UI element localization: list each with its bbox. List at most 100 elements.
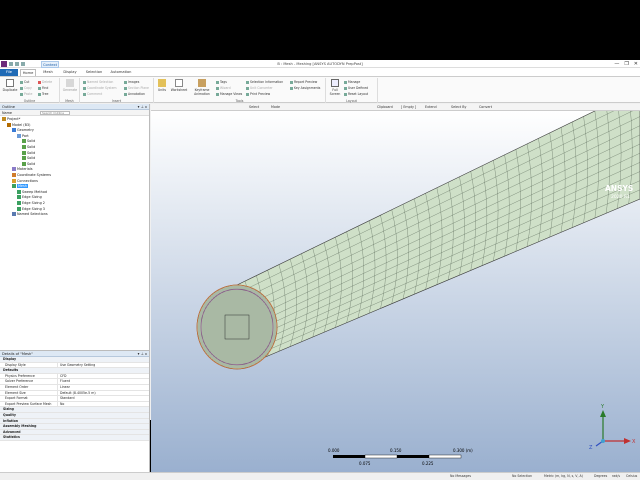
outline-search-input[interactable]: Search Outline — [40, 111, 70, 115]
manage-views-label: Manage Views — [220, 92, 243, 96]
find-button[interactable]: Find — [38, 86, 48, 90]
delete-button[interactable]: Delete — [38, 80, 52, 84]
details-title: Details of "Mesh" — [2, 352, 33, 356]
tab-automation[interactable]: Automation — [108, 69, 134, 76]
copy-button[interactable]: Copy — [20, 86, 32, 90]
cut-button[interactable]: Cut — [20, 80, 29, 84]
sizing-icon — [17, 195, 21, 200]
details-section-label: Statistics — [3, 435, 20, 440]
tree-node-label: Named Selections — [17, 212, 48, 217]
materials-icon — [12, 167, 16, 172]
paste-label: Paste — [24, 92, 33, 96]
print-preview-label: Print Preview — [250, 92, 271, 96]
find-label: Find — [42, 86, 49, 90]
convert-dropdown[interactable]: Convert — [479, 105, 492, 110]
tags-button[interactable]: Tags — [216, 80, 227, 84]
paste-button[interactable]: Paste — [20, 92, 32, 96]
maximize-button[interactable]: ❐ — [624, 61, 628, 67]
selection-information-label: Selection Information — [250, 80, 284, 84]
tab-home[interactable]: Home — [20, 69, 36, 76]
tab-selection[interactable]: Selection — [83, 69, 105, 76]
key-assignments-label: Key Assignments — [294, 86, 321, 90]
ribbon-group-tools: Units Worksheet Keyframe Animation Tags … — [154, 78, 326, 103]
temperature-status: Celsius — [626, 474, 638, 478]
group-label-tools: Tools — [235, 99, 244, 103]
tree-node-label: Geometry — [17, 128, 34, 133]
full-screen-button[interactable]: Full Screen — [328, 79, 342, 96]
manage-layout-label: Manage — [348, 80, 361, 84]
connections-icon — [12, 178, 16, 183]
tab-mesh[interactable]: Mesh — [40, 69, 56, 76]
sizing-icon — [17, 200, 21, 205]
images-button[interactable]: Images — [124, 80, 139, 84]
tree-node-label: Sweep Method — [22, 189, 48, 194]
tree-button[interactable]: Tree — [38, 92, 48, 96]
manage-views-button[interactable]: Manage Views — [216, 92, 242, 96]
section-plane-button[interactable]: Section Plane — [124, 86, 149, 90]
scale-label-1: 0.150 — [390, 448, 402, 453]
generate-icon — [66, 79, 74, 87]
tree-node-label: Mesh — [17, 184, 28, 189]
tab-display[interactable]: Display — [60, 69, 80, 76]
worksheet-label: Worksheet — [170, 88, 188, 92]
tree-node[interactable]: Named Selections — [0, 212, 149, 218]
logo-ansys: ANSYS — [605, 184, 633, 193]
graphics-viewport[interactable]: 0.000 0.150 0.300 (m) 0.075 0.225 ANSYS … — [151, 111, 640, 472]
worksheet-button[interactable]: Worksheet — [169, 79, 189, 92]
keyframe-icon — [198, 79, 206, 87]
axis-z-label: Z — [589, 445, 593, 451]
key-assignments-button[interactable]: Key Assignments — [290, 86, 320, 90]
duplicate-label: Duplicate — [2, 88, 18, 92]
delete-label: Delete — [42, 80, 53, 84]
tree-node-label: Solid — [27, 161, 36, 166]
print-preview-button[interactable]: Print Preview — [246, 92, 270, 96]
details-section[interactable]: Statistics — [0, 435, 149, 441]
select-by-dropdown[interactable]: Select By — [451, 105, 466, 110]
named-selection-label: Named Selection — [87, 80, 114, 84]
report-preview-button[interactable]: Report Preview — [290, 80, 317, 84]
selection-information-button[interactable]: Selection Information — [246, 80, 283, 84]
rate-status: rad/s — [612, 474, 621, 478]
logo-version: 2020 R1 — [611, 194, 630, 200]
user-defined-label: User Defined — [348, 86, 369, 90]
coordinate-system-button[interactable]: Coordinate System — [83, 86, 116, 90]
tree-node-label: Solid — [27, 150, 36, 155]
solid-icon — [22, 156, 26, 161]
comment-button[interactable]: Comment — [83, 92, 102, 96]
full-screen-label: Full Screen — [329, 88, 341, 96]
wizard-button[interactable]: Wizard — [216, 86, 231, 90]
unit-converter-button[interactable]: Unit Converter — [246, 86, 273, 90]
model-icon — [7, 122, 11, 127]
keyframe-animation-button[interactable]: Keyframe Animation — [191, 79, 213, 96]
window-controls: — ❐ ✕ — [614, 61, 638, 67]
annotation-button[interactable]: Annotation — [124, 92, 145, 96]
messages-status[interactable]: No Messages — [450, 474, 471, 479]
keyframe-label: Keyframe Animation — [194, 88, 210, 96]
full-screen-icon — [331, 79, 339, 87]
axis-x-label: X — [632, 439, 636, 445]
named-selection-button[interactable]: Named Selection — [83, 80, 113, 84]
generate-button[interactable]: Generate — [62, 79, 78, 92]
outline-filter-dropdown[interactable]: Name — [2, 111, 12, 115]
outline-tree: Project* Model (B3) Geometry Part Solid Solid… — [0, 116, 149, 218]
copy-label: Copy — [24, 86, 32, 90]
duplicate-icon — [6, 79, 14, 87]
units-button[interactable]: Units — [156, 79, 168, 92]
viewport-canvas[interactable]: 0.000 0.150 0.300 (m) 0.075 0.225 ANSYS … — [151, 111, 640, 472]
tree-node-label: Edge Sizing 2 — [22, 200, 45, 205]
tab-file[interactable]: File — [0, 69, 18, 76]
mesh-icon — [12, 184, 16, 189]
close-button[interactable]: ✕ — [634, 61, 638, 67]
manage-layout-button[interactable]: Manage — [344, 80, 360, 84]
scale-sublabel-1: 0.225 — [422, 461, 434, 466]
units-status[interactable]: Metric (m, kg, N, s, V, A) — [544, 474, 583, 479]
extend-dropdown[interactable]: Extend — [425, 105, 437, 110]
reset-layout-button[interactable]: Reset Layout — [344, 92, 368, 96]
clipboard-dropdown[interactable]: Clipboard — [377, 105, 393, 110]
duplicate-button[interactable]: Duplicate — [2, 79, 18, 92]
mode-dropdown[interactable]: Mode — [271, 105, 280, 110]
select-button[interactable]: Select — [249, 105, 259, 110]
unit-converter-label: Unit Converter — [250, 86, 273, 90]
user-defined-button[interactable]: User Defined — [344, 86, 368, 90]
minimize-button[interactable]: — — [614, 61, 619, 67]
